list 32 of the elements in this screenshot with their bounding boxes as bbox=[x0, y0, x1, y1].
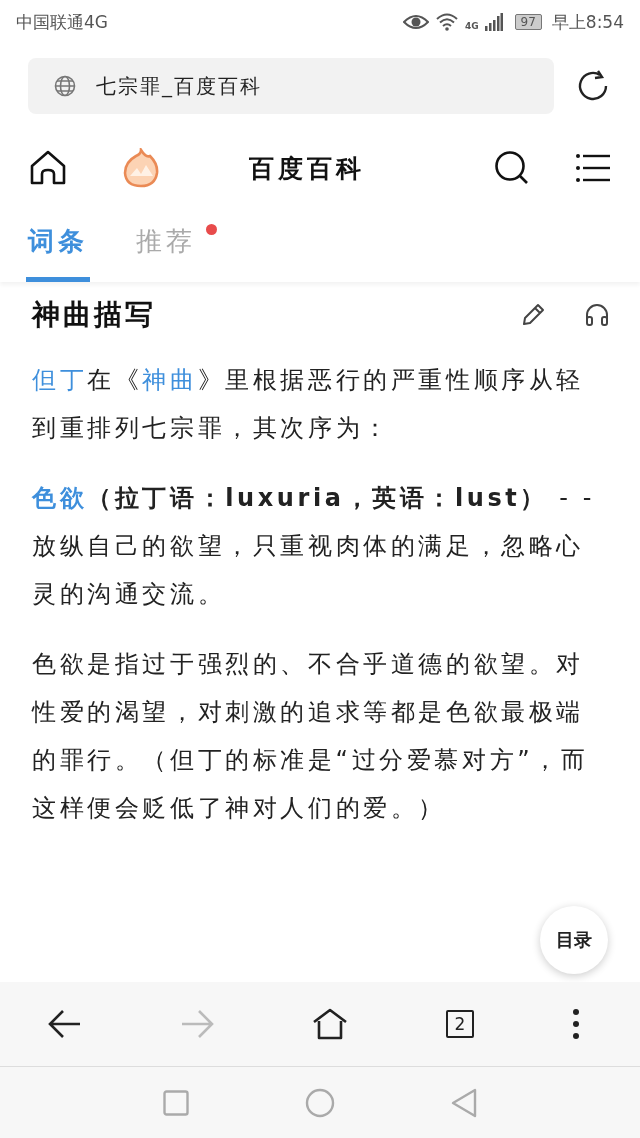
tab[interactable]: 推荐 bbox=[134, 224, 220, 282]
globe-icon bbox=[54, 75, 76, 97]
headphones-icon[interactable] bbox=[584, 302, 610, 328]
back-icon[interactable] bbox=[48, 1009, 82, 1039]
paragraph: 但丁在《神曲》里根据恶行的严重性顺序从轻到重排列七宗罪，其次序为： bbox=[32, 365, 585, 444]
pencil-icon[interactable] bbox=[520, 302, 546, 328]
section-heading: 神曲描写 bbox=[32, 297, 156, 333]
notification-dot bbox=[206, 224, 218, 235]
eye-icon bbox=[402, 14, 429, 30]
search-icon[interactable] bbox=[494, 150, 530, 186]
link[interactable]: 但丁 bbox=[32, 366, 88, 394]
link[interactable]: 神曲 bbox=[142, 366, 198, 394]
link[interactable]: 色欲 bbox=[32, 484, 88, 512]
carrier-name: 中国联通4G bbox=[16, 10, 108, 34]
clock: 早上8:54 bbox=[551, 10, 624, 34]
more-icon[interactable] bbox=[572, 1008, 580, 1040]
home-icon[interactable] bbox=[30, 150, 66, 186]
paragraph: 色欲（拉丁语：luxuria，英语：lust） - - 放纵自己的欲望，只重视肉体的满足，忽略心灵的沟通交流。 bbox=[32, 483, 596, 610]
battery-indicator: 97 bbox=[514, 14, 542, 30]
wifi-icon bbox=[434, 13, 459, 31]
tab-count-button[interactable]: 2 bbox=[446, 1010, 474, 1038]
address-field[interactable]: 七宗罪_百度百科 bbox=[28, 58, 554, 114]
reload-icon[interactable] bbox=[576, 69, 610, 103]
table-of-contents-button[interactable]: 目录 bbox=[540, 906, 608, 974]
menu-icon[interactable] bbox=[576, 153, 610, 183]
site-title: 百度百科 bbox=[248, 152, 366, 185]
signal-icon bbox=[484, 13, 503, 31]
flame-icon[interactable] bbox=[122, 148, 160, 188]
paragraph: 色欲是指过于强烈的、不合乎道德的欲望。对性爱的渴望，对刺激的追求等都是色欲最极端的罪行。（但丁的标准是“过分爱慕对方”，而这样便会贬低了神对人们的爱。） bbox=[32, 649, 590, 824]
network-label: 4G bbox=[464, 20, 479, 31]
tab[interactable]: 词条 bbox=[26, 224, 90, 282]
home-icon[interactable] bbox=[312, 1008, 348, 1040]
